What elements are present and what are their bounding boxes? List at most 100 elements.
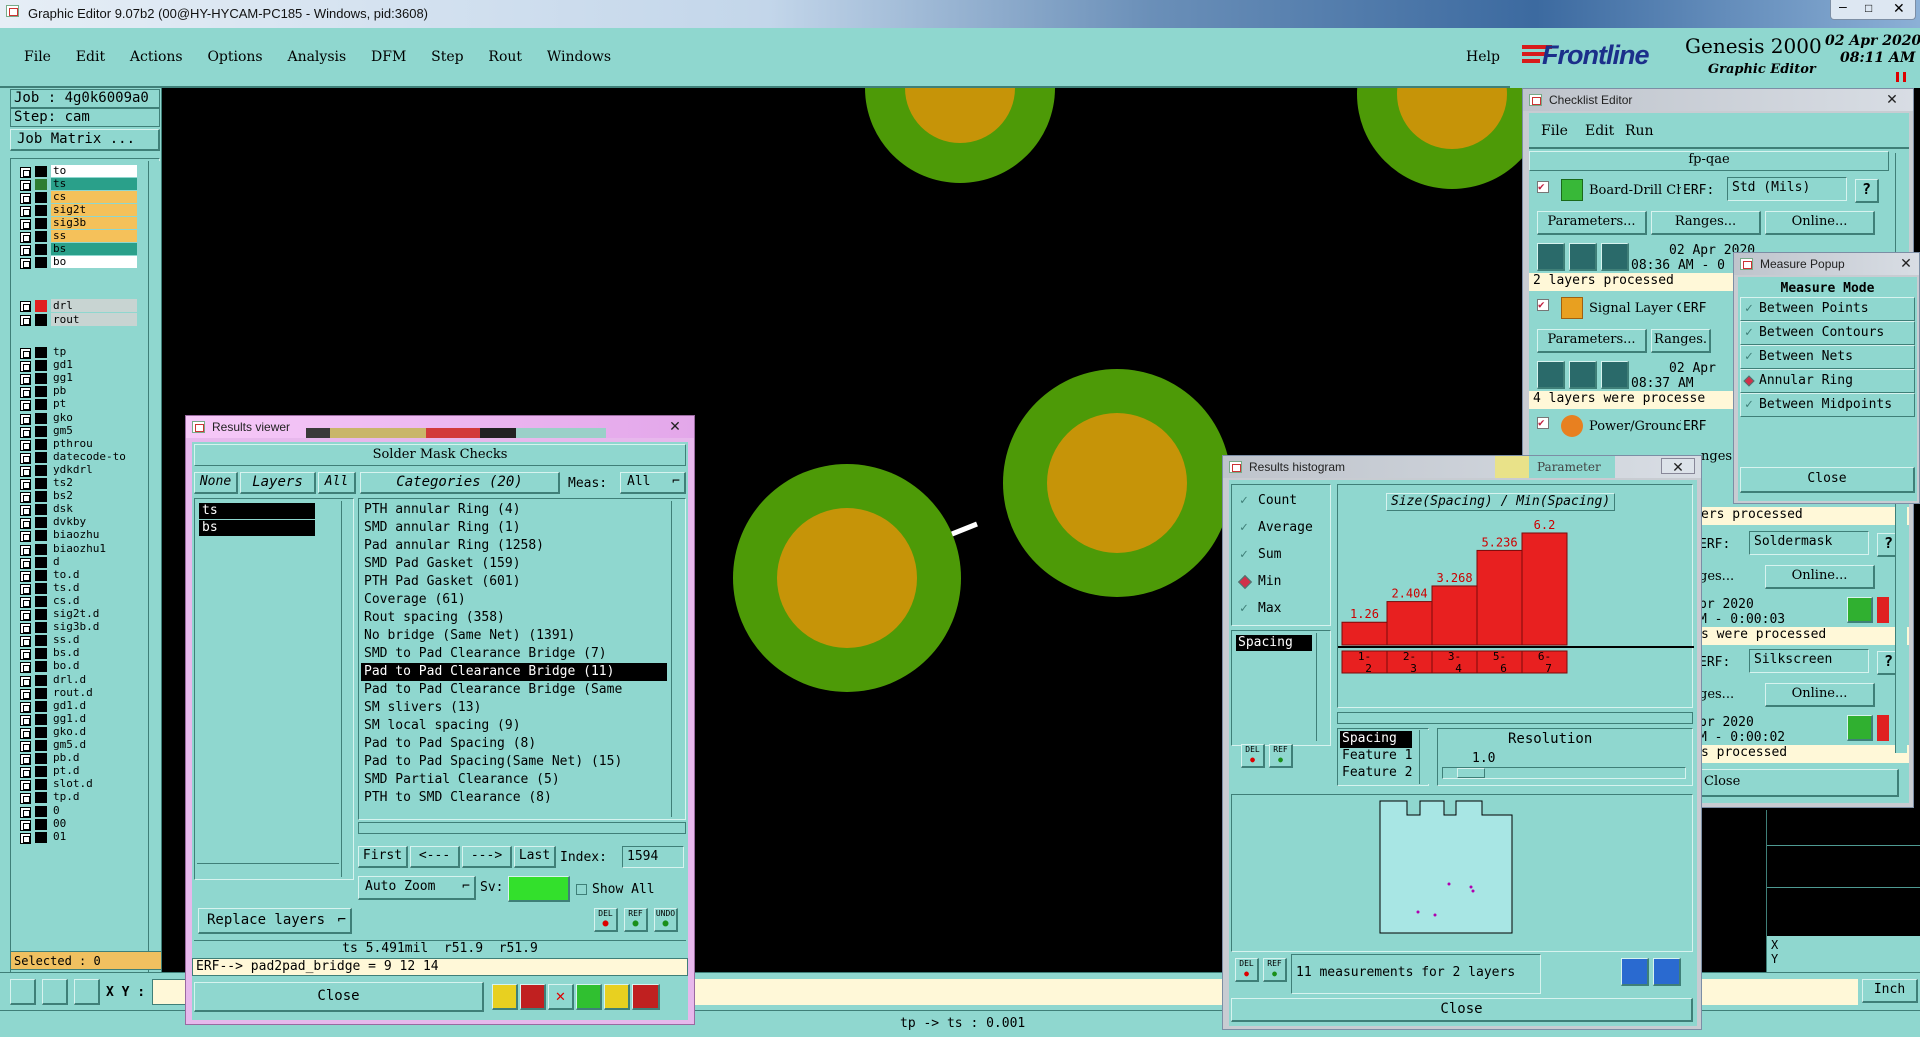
menu-dfm[interactable]: DFM (371, 49, 406, 65)
run-all-icon[interactable] (1601, 243, 1629, 271)
layer-row[interactable]: to (15, 165, 139, 178)
zoom-results-icon[interactable] (1847, 597, 1873, 623)
histogram-close-icon[interactable]: ✕ (1661, 458, 1695, 475)
category-item[interactable]: Pad to Pad Spacing(Same Net) (15) (361, 753, 667, 771)
layer-checkbox[interactable] (20, 623, 31, 635)
results-layer-hscroll[interactable] (197, 863, 339, 875)
layer-row[interactable]: ts2 (15, 477, 139, 490)
check-2-label[interactable]: Signal Layer Ch (1589, 301, 1681, 316)
measure-option[interactable]: ✓ Between Midpoints (1740, 393, 1915, 417)
layer-row[interactable]: gm5.d (15, 739, 139, 752)
category-item[interactable]: Rout spacing (358) (361, 609, 667, 627)
layer-row[interactable]: gg1 (15, 372, 139, 386)
histogram-info-item[interactable]: Feature 2 (1340, 765, 1412, 782)
layer-list-scrollbar[interactable] (148, 161, 160, 1023)
layer-checkbox[interactable] (20, 452, 31, 464)
check-2-parameters-button[interactable]: Parameters... (1537, 329, 1647, 353)
index-field[interactable]: 1594 (622, 846, 684, 868)
layer-checkbox[interactable] (20, 688, 31, 700)
units-select[interactable]: Inch (1862, 979, 1918, 1003)
layer-checkbox[interactable] (20, 557, 31, 569)
select-tool-icon[interactable] (10, 979, 36, 1005)
graph-view-icon[interactable] (1621, 958, 1649, 986)
layer-row[interactable]: cs (15, 191, 139, 204)
menu-help[interactable]: Help (1466, 49, 1500, 65)
measure-option[interactable]: ✓ Between Points (1740, 297, 1915, 321)
results-layer-item[interactable]: ts (199, 503, 315, 519)
layer-checkbox[interactable] (20, 570, 31, 582)
resolution-slider[interactable] (1442, 767, 1686, 779)
measure-option[interactable]: ✓ Between Nets (1740, 345, 1915, 369)
prev-button[interactable]: <--- (410, 846, 460, 868)
undo-button[interactable]: UNDO ● (654, 908, 678, 932)
menu-actions[interactable]: Actions (130, 49, 183, 65)
layer-row[interactable]: pt.d (15, 765, 139, 779)
close-window-button[interactable]: ✕ (1893, 0, 1905, 17)
category-item[interactable]: Pad to Pad Clearance Bridge (11) (361, 663, 667, 681)
del-button[interactable]: DEL ● (594, 908, 618, 932)
check-1-ranges-button[interactable]: Ranges... (1651, 211, 1761, 235)
layer-checkbox[interactable] (20, 741, 31, 752)
layer-checkbox[interactable] (20, 348, 31, 359)
category-hscroll[interactable] (358, 822, 686, 834)
check-5-ranges-fragment[interactable]: ges... (1699, 687, 1734, 702)
check-5-erf-value[interactable]: Silkscreen (1749, 649, 1869, 673)
category-item[interactable]: PTH to SMD Clearance (8) (361, 789, 667, 807)
maximize-button[interactable]: □ (1865, 1, 1872, 15)
layer-row[interactable]: drl.d (15, 673, 139, 687)
layer-row[interactable]: tp.d (15, 791, 139, 805)
check-1-checkbox[interactable]: ✔ (1537, 181, 1549, 193)
layer-checkbox[interactable] (20, 819, 31, 831)
grid-tool-icon[interactable] (74, 979, 100, 1005)
layer-checkbox[interactable] (20, 583, 31, 595)
run-selected-icon[interactable] (1569, 243, 1597, 271)
results-viewer-close-button[interactable]: Close (194, 982, 484, 1012)
histogram-list-item[interactable]: Spacing (1236, 635, 1312, 651)
histogram-del-button-2[interactable]: DEL ● (1235, 958, 1259, 982)
menu-analysis[interactable]: Analysis (287, 49, 346, 65)
layer-row[interactable]: gm5 (15, 424, 139, 438)
layer-checkbox[interactable] (20, 675, 31, 687)
layer-row[interactable]: to.d (15, 568, 139, 582)
layer-row[interactable]: sig3b (15, 217, 139, 230)
histogram-info-item[interactable]: Spacing (1340, 731, 1412, 748)
category-item[interactable]: SMD Partial Clearance (5) (361, 771, 667, 789)
measure-option[interactable]: Annular Ring (1740, 369, 1915, 393)
layer-checkbox[interactable] (20, 544, 31, 556)
histogram-ref-button-2[interactable]: REF ● (1263, 958, 1287, 982)
graph-export-icon[interactable] (1653, 958, 1681, 986)
layer-row[interactable]: drl (15, 299, 139, 313)
layer-row[interactable]: bo.d (15, 660, 139, 674)
layer-row[interactable]: pb (15, 385, 139, 399)
check-2-checkbox[interactable]: ✔ (1537, 299, 1549, 311)
menu-windows[interactable]: Windows (547, 49, 611, 65)
histogram-info-item[interactable]: Feature 1 (1340, 748, 1412, 765)
check-4-online-button[interactable]: Online... (1765, 565, 1875, 589)
layer-row[interactable]: ss.d (15, 634, 139, 648)
histogram-mode-option[interactable]: Min (1232, 572, 1330, 599)
category-scrollbar[interactable] (671, 501, 683, 817)
category-item[interactable]: Pad to Pad Spacing (8) (361, 735, 667, 753)
run-selected-icon[interactable] (1569, 361, 1597, 389)
record-view-icon[interactable] (520, 984, 546, 1010)
category-item[interactable]: Pad annular Ring (1258) (361, 537, 667, 555)
layer-row[interactable]: sig2t (15, 204, 139, 217)
menu-file[interactable]: File (24, 49, 51, 65)
check-3-ranges-fragment[interactable]: nges. (1701, 449, 1736, 464)
category-item[interactable]: Pad to Pad Clearance Bridge (Same (361, 681, 667, 699)
layer-checkbox[interactable] (20, 180, 31, 191)
histogram-list-scrollbar[interactable] (1316, 633, 1328, 741)
layer-checkbox[interactable] (20, 400, 31, 412)
measure-popup-close-button[interactable]: Close (1740, 467, 1915, 493)
category-item[interactable]: PTH annular Ring (4) (361, 501, 667, 519)
layer-checkbox[interactable] (20, 413, 31, 425)
layer-checkbox[interactable] (20, 167, 31, 178)
category-item[interactable]: SMD annular Ring (1) (361, 519, 667, 537)
show-all-checkbox[interactable] (576, 884, 587, 895)
measure-tool-icon[interactable] (42, 979, 68, 1005)
layer-checkbox[interactable] (20, 649, 31, 661)
checklist-menu-file[interactable]: File (1541, 123, 1568, 139)
layer-checkbox[interactable] (20, 662, 31, 674)
category-item[interactable]: Coverage (61) (361, 591, 667, 609)
category-item[interactable]: SMD Pad Gasket (159) (361, 555, 667, 573)
